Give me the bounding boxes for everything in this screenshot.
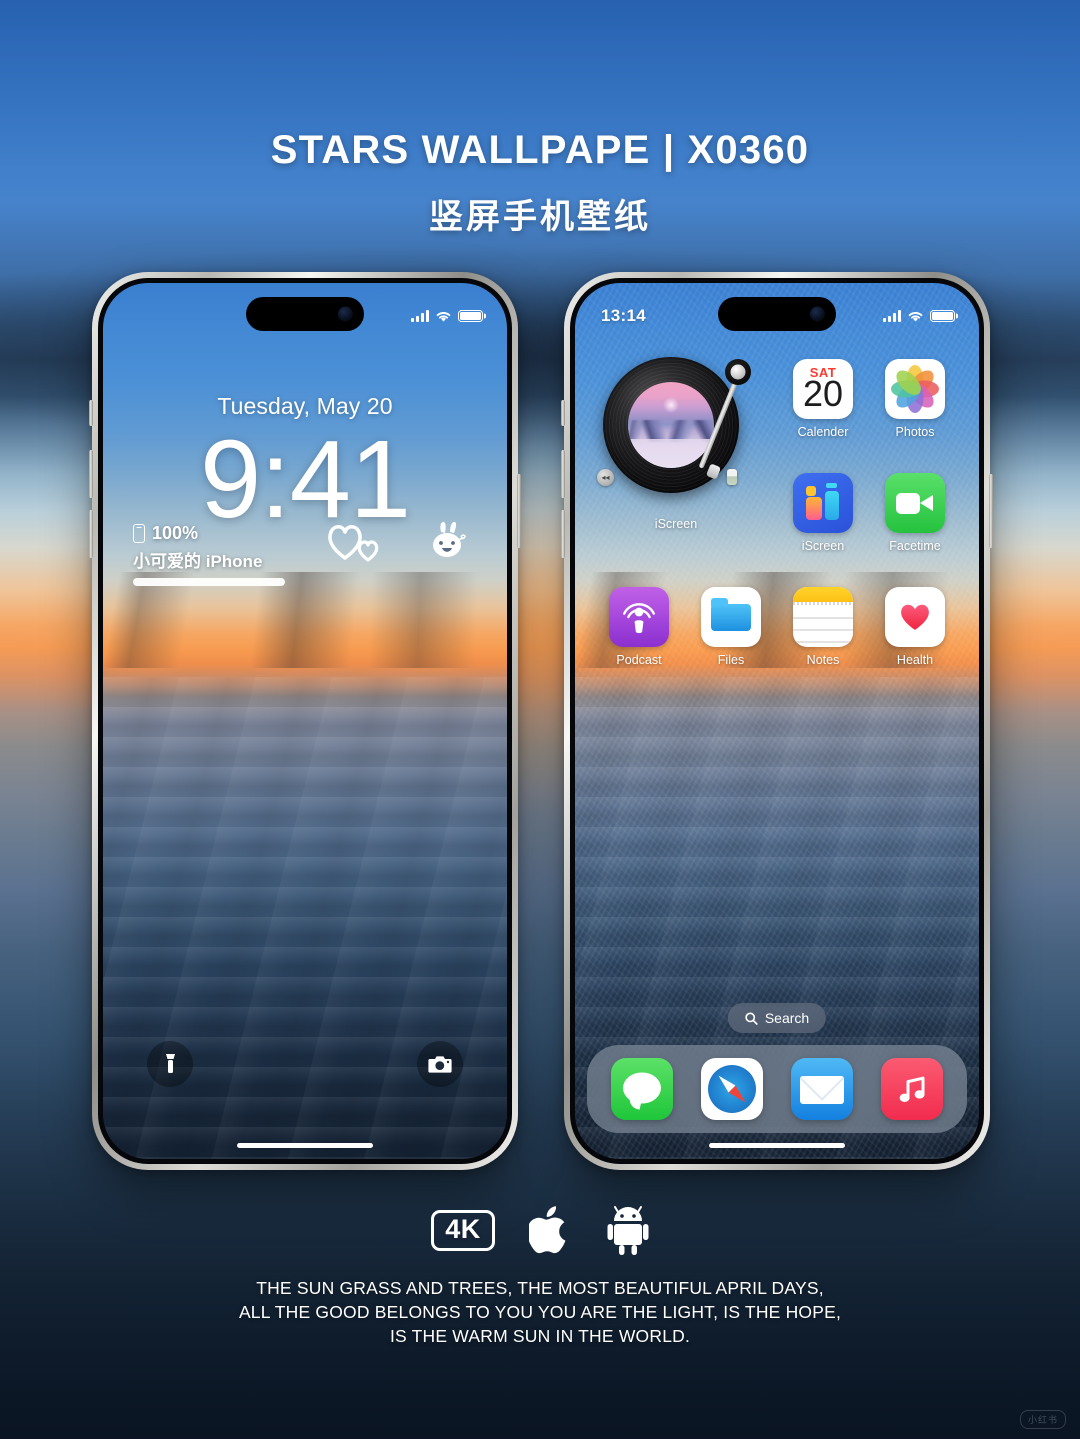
phone-bezel: Tuesday, May 20 9:41 100% 小可爱的 iPhone bbox=[98, 278, 512, 1164]
lockscreen-stickers bbox=[325, 519, 477, 563]
podcast-glyph bbox=[623, 603, 655, 634]
cellular-signal-icon bbox=[411, 310, 429, 322]
apple-logo-icon bbox=[528, 1206, 566, 1254]
heart-glyph bbox=[901, 604, 929, 630]
facetime-icon bbox=[885, 473, 945, 533]
wifi-icon bbox=[436, 311, 451, 322]
calendar-icon: SAT 20 bbox=[793, 359, 853, 419]
home-indicator[interactable] bbox=[237, 1143, 373, 1148]
resolution-badge: 4K bbox=[431, 1209, 495, 1251]
bunny-sticker bbox=[433, 521, 466, 557]
dock-safari[interactable] bbox=[701, 1058, 763, 1120]
app-files[interactable]: Files bbox=[685, 587, 777, 667]
app-label: Facetime bbox=[889, 539, 941, 553]
notes-icon bbox=[793, 587, 853, 647]
app-grid: SAT 20 Calender Photos iScreen Facetime … bbox=[593, 359, 961, 667]
app-iscreen[interactable]: iScreen bbox=[777, 473, 869, 553]
poster-caption: THE SUN GRASS AND TREES, THE MOST BEAUTI… bbox=[0, 1276, 1080, 1348]
iphone-icon bbox=[133, 524, 145, 543]
search-label: Search bbox=[764, 1010, 810, 1026]
battery-widget[interactable]: 100% 小可爱的 iPhone bbox=[133, 523, 285, 586]
platform-badges: 4K bbox=[0, 1204, 1080, 1256]
app-label: Files bbox=[717, 653, 745, 667]
flashlight-icon bbox=[165, 1054, 175, 1073]
photos-icon bbox=[885, 359, 945, 419]
dock-music[interactable] bbox=[881, 1058, 943, 1120]
search-button[interactable]: Search bbox=[727, 1003, 827, 1033]
phone-mockup-lockscreen: Tuesday, May 20 9:41 100% 小可爱的 iPhone bbox=[89, 272, 521, 1170]
camera-button[interactable] bbox=[417, 1041, 463, 1087]
dock bbox=[587, 1045, 967, 1133]
lock-screen: Tuesday, May 20 9:41 100% 小可爱的 iPhone bbox=[103, 283, 507, 1159]
volume-down-button[interactable] bbox=[89, 510, 93, 558]
page-title: STARS WALLPAPE | X0360 bbox=[270, 128, 810, 172]
app-photos[interactable]: Photos bbox=[869, 359, 961, 439]
power-button[interactable] bbox=[989, 474, 993, 548]
app-label: Photos bbox=[895, 425, 935, 439]
app-label: Podcast bbox=[616, 653, 662, 667]
home-screen: 13:14 ◂◂ iScreen SAT 20 Calender Photos … bbox=[575, 283, 979, 1159]
page-subtitle: 竖屏手机壁纸 bbox=[429, 198, 651, 236]
app-row: iScreen Facetime bbox=[593, 473, 961, 553]
app-notes[interactable]: Notes bbox=[777, 587, 869, 667]
lockscreen-status-bar bbox=[103, 283, 507, 335]
iscreen-icon bbox=[793, 473, 853, 533]
app-health[interactable]: Health bbox=[869, 587, 961, 667]
health-icon bbox=[885, 587, 945, 647]
app-label: Health bbox=[896, 653, 934, 667]
silent-switch[interactable] bbox=[561, 400, 565, 426]
home-screen-content: ◂◂ iScreen SAT 20 Calender Photos iScree… bbox=[575, 283, 979, 1159]
power-button[interactable] bbox=[517, 474, 521, 548]
volume-down-button[interactable] bbox=[561, 510, 565, 558]
phone-mockup-homescreen: 13:14 ◂◂ iScreen SAT 20 Calender Photos … bbox=[561, 272, 993, 1170]
app-row: SAT 20 Calender Photos bbox=[593, 359, 961, 439]
phone-bezel: 13:14 ◂◂ iScreen SAT 20 Calender Photos … bbox=[570, 278, 984, 1164]
dock-messages[interactable] bbox=[611, 1058, 673, 1120]
music-icon bbox=[899, 1076, 925, 1102]
poster-canvas: STARS WALLPAPE | X0360 竖屏手机壁纸 Tuesday, M… bbox=[0, 0, 1080, 1439]
app-calendar[interactable]: SAT 20 Calender bbox=[777, 359, 869, 439]
battery-percent: 100% bbox=[152, 523, 199, 543]
app-row: Podcast Files Notes Health bbox=[593, 587, 961, 667]
battery-level-bar bbox=[133, 578, 285, 586]
watermark: 小红书 bbox=[1019, 1410, 1066, 1429]
app-podcast[interactable]: Podcast bbox=[593, 587, 685, 667]
home-indicator[interactable] bbox=[709, 1143, 845, 1148]
dock-mail[interactable] bbox=[791, 1058, 853, 1120]
app-facetime[interactable]: Facetime bbox=[869, 473, 961, 553]
flashlight-button[interactable] bbox=[147, 1041, 193, 1087]
calendar-day-number: 20 bbox=[802, 373, 844, 414]
device-name: 小可爱的 iPhone bbox=[133, 552, 263, 571]
mail-icon bbox=[800, 1076, 844, 1104]
status-bar-indicators bbox=[411, 309, 483, 323]
hearts-sticker bbox=[328, 524, 379, 562]
camera-icon bbox=[428, 1056, 452, 1073]
search-icon bbox=[745, 1012, 758, 1025]
podcast-icon bbox=[609, 587, 669, 647]
caption-line-1: THE SUN GRASS AND TREES, THE MOST BEAUTI… bbox=[256, 1278, 824, 1298]
poster-header: STARS WALLPAPE | X0360 竖屏手机壁纸 bbox=[0, 128, 1080, 238]
battery-widget-row: 100% bbox=[133, 523, 285, 544]
messages-icon bbox=[623, 1072, 661, 1104]
caption-line-2: ALL THE GOOD BELONGS TO YOU YOU ARE THE … bbox=[238, 1302, 842, 1323]
volume-up-button[interactable] bbox=[561, 450, 565, 498]
app-label: Notes bbox=[806, 653, 840, 667]
battery-full-icon bbox=[458, 309, 483, 323]
app-label: iScreen bbox=[801, 539, 845, 553]
android-logo-icon bbox=[607, 1206, 649, 1255]
volume-up-button[interactable] bbox=[89, 450, 93, 498]
safari-icon bbox=[708, 1065, 756, 1113]
files-icon bbox=[701, 587, 761, 647]
caption-line-3: IS THE WARM SUN IN THE WORLD. bbox=[389, 1326, 691, 1347]
silent-switch[interactable] bbox=[89, 400, 93, 426]
app-label: Calender bbox=[797, 425, 849, 439]
